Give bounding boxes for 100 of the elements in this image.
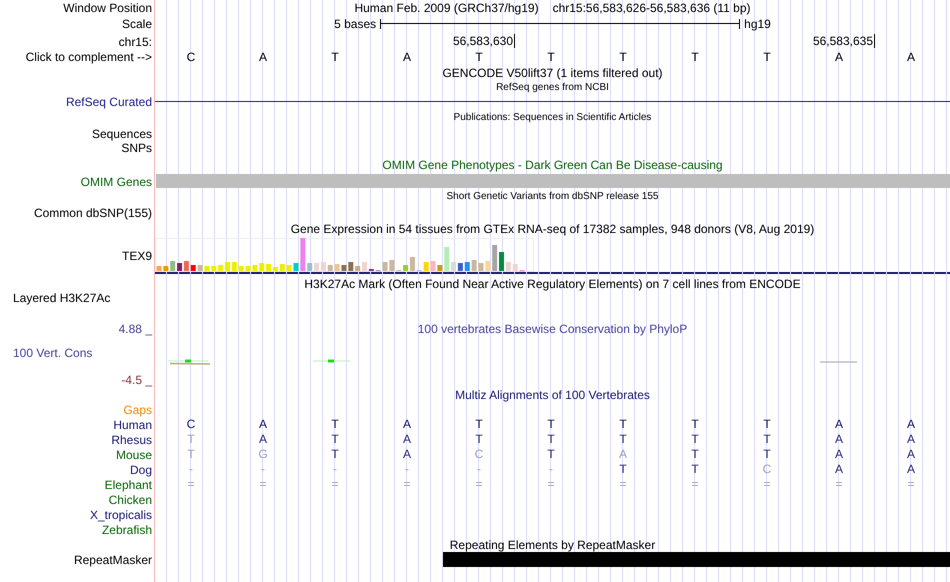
aligned-base: T xyxy=(763,433,771,446)
track-label[interactable]: Rhesus xyxy=(111,432,152,446)
aligned-base: T xyxy=(763,448,771,461)
aligned-base: T xyxy=(331,418,339,431)
row-label: Window Position xyxy=(63,1,152,15)
track-title: Repeating Elements by RepeatMasker xyxy=(450,538,656,552)
coordinate-tick: 56,583,630 xyxy=(452,34,515,48)
aligned-base: = xyxy=(331,478,338,491)
coordinate-tick: 56,583,635 xyxy=(812,34,875,48)
track-title: 100 vertebrates Basewise Conservation by PhyloP xyxy=(418,322,688,336)
track-label[interactable]: X_tropicalis xyxy=(90,508,152,522)
track-label[interactable]: Mouse xyxy=(116,448,152,462)
track-label[interactable]: TEX9 xyxy=(122,249,152,263)
track-title: GENCODE V50lift37 (1 items filtered out) xyxy=(442,66,663,80)
aligned-base: A xyxy=(906,463,915,476)
axis-min-label: -4.5 _ xyxy=(121,373,152,387)
track-description: Publications: Sequences in Scientific Articles xyxy=(454,111,652,125)
aligned-base: = xyxy=(187,478,194,491)
aligned-base: T xyxy=(547,418,555,431)
aligned-base: A xyxy=(834,433,843,446)
track-description: RefSeq genes from NCBI xyxy=(496,81,609,95)
assembly-name: Human Feb. 2009 (GRCh37/hg19) xyxy=(354,1,539,15)
aligned-base: = xyxy=(835,478,842,491)
aligned-base: = xyxy=(619,478,626,491)
aligned-base: A xyxy=(906,418,915,431)
track-label[interactable]: SNPs xyxy=(121,141,152,155)
sequence-base: T xyxy=(763,50,771,64)
aligned-base: A xyxy=(618,448,627,461)
track-label[interactable]: RepeatMasker xyxy=(74,553,152,567)
track-label[interactable]: Zebrafish xyxy=(102,522,152,536)
sequence-base: C xyxy=(186,50,196,64)
track-label[interactable]: Elephant xyxy=(104,478,152,492)
aligned-base: A xyxy=(906,433,915,446)
aligned-base: T xyxy=(619,463,627,476)
aligned-base: - xyxy=(549,463,553,476)
axis-max-label: 4.88 _ xyxy=(118,322,152,336)
aligned-base: T xyxy=(691,463,699,476)
aligned-base: G xyxy=(258,448,268,461)
sequence-base: T xyxy=(331,50,339,64)
aligned-base: A xyxy=(906,448,915,461)
sequence-base: T xyxy=(547,50,555,64)
aligned-base: A xyxy=(834,418,843,431)
track-label[interactable]: Human xyxy=(113,418,152,432)
position-range: chr15:56,583,626-56,583,636 (11 bp) xyxy=(552,1,751,15)
sequence-base: A xyxy=(834,50,843,64)
aligned-base: A xyxy=(402,418,411,431)
aligned-base: T xyxy=(691,418,699,431)
aligned-base: - xyxy=(189,463,193,476)
aligned-base: T xyxy=(763,418,771,431)
track-label[interactable]: Sequences xyxy=(92,127,152,141)
aligned-base: A xyxy=(834,448,843,461)
sequence-base: T xyxy=(619,50,627,64)
scale-label: 5 bases xyxy=(334,16,376,30)
aligned-base: A xyxy=(258,418,267,431)
sequence-base: T xyxy=(475,50,483,64)
aligned-base: A xyxy=(402,433,411,446)
aligned-base: = xyxy=(547,478,554,491)
aligned-base: T xyxy=(187,448,195,461)
aligned-base: C xyxy=(762,463,772,476)
track-label[interactable]: Dog xyxy=(130,462,152,476)
aligned-base: T xyxy=(691,433,699,446)
track-label[interactable]: Layered H3K27Ac xyxy=(13,291,110,305)
track-label[interactable]: OMIM Genes xyxy=(80,174,152,188)
track-title: Multiz Alignments of 100 Vertebrates xyxy=(455,388,650,402)
aligned-base: = xyxy=(763,478,770,491)
assembly-label: hg19 xyxy=(744,16,771,30)
aligned-base: A xyxy=(834,463,843,476)
aligned-base: T xyxy=(619,418,627,431)
sequence-base: A xyxy=(258,50,267,64)
aligned-base: A xyxy=(402,448,411,461)
row-label: Scale xyxy=(122,16,152,30)
track-title: H3K27Ac Mark (Often Found Near Active Regulatory Elements) on 7 cell lines from ENCODE xyxy=(304,277,801,291)
aligned-base: T xyxy=(187,433,195,446)
aligned-base: = xyxy=(403,478,410,491)
aligned-base: T xyxy=(475,418,483,431)
aligned-base: T xyxy=(475,433,483,446)
aligned-base: - xyxy=(477,463,481,476)
aligned-base: T xyxy=(331,448,339,461)
aligned-base: T xyxy=(547,433,555,446)
row-label: chr15: xyxy=(118,35,152,49)
aligned-base: - xyxy=(261,463,265,476)
aligned-base: - xyxy=(405,463,409,476)
sequence-base: T xyxy=(691,50,699,64)
aligned-base: T xyxy=(691,448,699,461)
complement-link[interactable]: Click to complement --> xyxy=(26,50,152,64)
aligned-base: = xyxy=(475,478,482,491)
track-label[interactable]: 100 Vert. Cons xyxy=(13,346,92,360)
track-title: OMIM Gene Phenotypes - Dark Green Can Be Disease-causing xyxy=(382,158,723,172)
aligned-base: C xyxy=(474,448,484,461)
aligned-base: A xyxy=(258,433,267,446)
aligned-base: T xyxy=(619,433,627,446)
track-label[interactable]: Common dbSNP(155) xyxy=(34,206,152,220)
sequence-base: A xyxy=(402,50,411,64)
aligned-base: = xyxy=(259,478,266,491)
aligned-base: = xyxy=(907,478,914,491)
aligned-base: = xyxy=(691,478,698,491)
track-label[interactable]: RefSeq Curated xyxy=(66,95,152,109)
track-description: Short Genetic Variants from dbSNP release 155 xyxy=(446,190,658,204)
track-label[interactable]: Chicken xyxy=(108,492,152,506)
aligned-base: - xyxy=(333,463,337,476)
